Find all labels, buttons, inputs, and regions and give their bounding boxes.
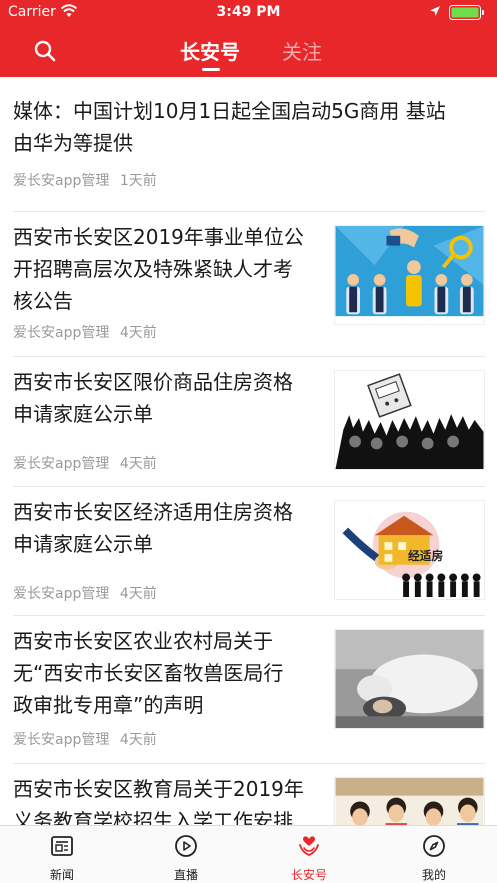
location-arrow-icon	[430, 6, 440, 16]
item-source: 爱长安app管理	[13, 586, 110, 602]
sheep-thumbnail	[334, 629, 485, 729]
news-icon	[51, 836, 73, 856]
housing-thumbnail	[334, 370, 485, 470]
item-time: 4天前	[119, 732, 157, 748]
item-meta: 爱长安app管理 4天前	[13, 729, 157, 749]
feed-item[interactable]: 西安市长安区限价商品住房资格 申请家庭公示单 爱长安app管理 4天前	[13, 357, 485, 487]
item-title: 西安市长安区教育局关于2019年 义务教育学校招生入学工作安排	[13, 777, 304, 825]
search-icon[interactable]	[33, 39, 57, 63]
battery-icon	[449, 5, 484, 20]
item-source: 爱长安app管理	[13, 325, 110, 341]
feed-item[interactable]: 西安市长安区农业农村局关于 无“西安市长安区畜牧兽医局行 政审批专用章”的声明 …	[13, 616, 485, 764]
tabbar-label-changan-hao: 长安号	[290, 868, 327, 882]
item-meta: 爱长安app管理 1天前	[13, 170, 157, 190]
item-time: 4天前	[119, 325, 157, 341]
status-time: 3:49 PM	[216, 4, 281, 20]
item-time: 4天前	[119, 456, 157, 472]
compass-icon	[423, 835, 445, 857]
item-meta: 爱长安app管理 4天前	[13, 322, 157, 342]
nav-bar: 长安号 关注	[0, 26, 497, 77]
tabbar-label-mine: 我的	[421, 868, 446, 882]
item-time: 4天前	[119, 586, 157, 602]
thumbnail-text: 经适房	[408, 549, 443, 563]
news-feed: 媒体：中国计划10月1日起全国启动5G商用 基站 由华为等提供 爱长安app管理…	[0, 77, 497, 825]
feed-item[interactable]: 西安市长安区2019年事业单位公 开招聘高层次及特殊紧缺人才考 核公告 爱长安a…	[13, 212, 485, 357]
affordable-housing-thumbnail: 经适房	[334, 500, 485, 600]
bottom-tab-bar: 新闻 直播 长安号 我的	[0, 825, 497, 883]
recruitment-thumbnail	[334, 225, 485, 325]
tabbar-item-changan-hao[interactable]: 长安号	[264, 826, 354, 883]
item-title: 西安市长安区农业农村局关于 无“西安市长安区畜牧兽医局行 政审批专用章”的声明	[13, 629, 284, 717]
feed-item[interactable]: 媒体：中国计划10月1日起全国启动5G商用 基站 由华为等提供 爱长安app管理…	[13, 77, 485, 212]
app-header: Carrier 3:49 PM 长安号 关注	[0, 0, 497, 77]
tabbar-item-live[interactable]: 直播	[141, 826, 231, 883]
status-bar: Carrier 3:49 PM	[0, 0, 497, 26]
item-title: 西安市长安区2019年事业单位公 开招聘高层次及特殊紧缺人才考 核公告	[13, 225, 304, 313]
feed-item[interactable]: 西安市长安区教育局关于2019年 义务教育学校招生入学工作安排	[13, 764, 485, 825]
item-source: 爱长安app管理	[13, 732, 110, 748]
tab-changan-hao[interactable]: 长安号	[180, 36, 240, 65]
item-meta: 爱长安app管理 4天前	[13, 453, 157, 473]
active-tab-indicator	[202, 68, 220, 71]
feed-item[interactable]: 西安市长安区经济适用住房资格 申请家庭公示单 爱长安app管理 4天前 经适房	[13, 487, 485, 616]
tabbar-label-live: 直播	[173, 868, 198, 882]
tab-follow[interactable]: 关注	[282, 36, 322, 65]
tabbar-item-mine[interactable]: 我的	[389, 826, 479, 883]
item-source: 爱长安app管理	[13, 173, 110, 189]
item-time: 1天前	[119, 173, 157, 189]
tabbar-item-news[interactable]: 新闻	[17, 826, 107, 883]
item-title: 西安市长安区限价商品住房资格 申请家庭公示单	[13, 370, 293, 426]
item-title: 西安市长安区经济适用住房资格 申请家庭公示单	[13, 500, 293, 556]
item-title: 媒体：中国计划10月1日起全国启动5G商用 基站 由华为等提供	[13, 99, 446, 155]
tabbar-label-news: 新闻	[49, 868, 74, 882]
students-thumbnail	[334, 777, 485, 825]
item-meta: 爱长安app管理 4天前	[13, 583, 157, 603]
play-icon	[175, 835, 197, 857]
heart-hands-icon	[299, 836, 319, 856]
item-source: 爱长安app管理	[13, 456, 110, 472]
